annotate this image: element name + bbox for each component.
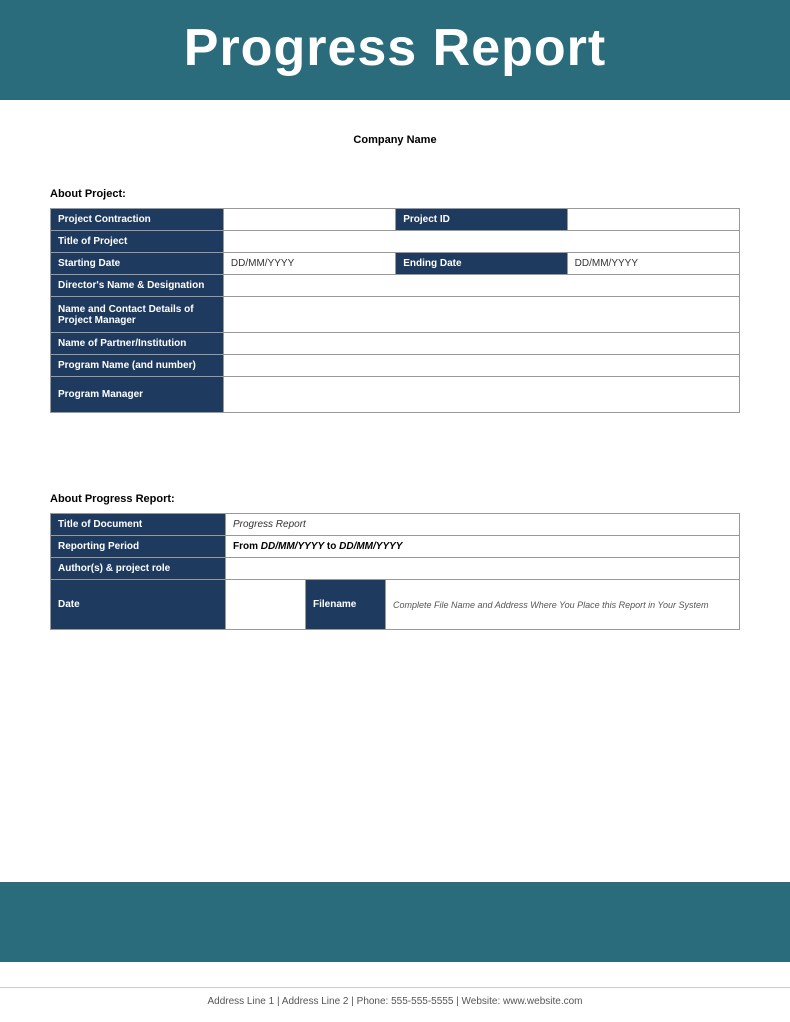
value-cell — [226, 558, 740, 580]
about-project-table: Project Contraction Project ID Title of … — [50, 208, 740, 413]
table-row: Project Contraction Project ID — [51, 209, 740, 231]
value-cell: DD/MM/YYYY — [223, 253, 395, 275]
table-row: Program Name (and number) — [51, 355, 740, 377]
table-row: Program Manager — [51, 377, 740, 413]
label-cell: Ending Date — [396, 253, 567, 275]
label-cell: Starting Date — [51, 253, 224, 275]
footer-bar — [0, 882, 790, 962]
table-row: Name and Contact Details of Project Mana… — [51, 297, 740, 333]
table-row: Author(s) & project role — [51, 558, 740, 580]
label-cell: Name and Contact Details of Project Mana… — [51, 297, 224, 333]
value-cell — [223, 333, 739, 355]
table-row: Title of Document Progress Report — [51, 514, 740, 536]
label-cell: Project Contraction — [51, 209, 224, 231]
label-cell: Project ID — [396, 209, 567, 231]
value-cell: From DD/MM/YYYY to DD/MM/YYYY — [226, 536, 740, 558]
label-cell: Date — [51, 580, 226, 630]
footer-address-text: Address Line 1 | Address Line 2 | Phone:… — [207, 996, 582, 1007]
footer-address: Address Line 1 | Address Line 2 | Phone:… — [0, 987, 790, 1007]
value-cell — [223, 209, 395, 231]
value-cell — [567, 209, 739, 231]
value-cell — [223, 297, 739, 333]
label-cell: Title of Project — [51, 231, 224, 253]
filename-value-cell: Complete File Name and Address Where You… — [386, 580, 740, 630]
label-cell: Program Manager — [51, 377, 224, 413]
value-cell — [223, 355, 739, 377]
label-cell: Program Name (and number) — [51, 355, 224, 377]
table-row: Reporting Period From DD/MM/YYYY to DD/M… — [51, 536, 740, 558]
date-value-cell — [226, 580, 306, 630]
label-cell: Name of Partner/Institution — [51, 333, 224, 355]
table-row: Starting Date DD/MM/YYYY Ending Date DD/… — [51, 253, 740, 275]
about-project-label: About Project: — [50, 188, 740, 200]
value-cell — [223, 275, 739, 297]
table-row: Director's Name & Designation — [51, 275, 740, 297]
filename-label-cell: Filename — [306, 580, 386, 630]
value-cell — [223, 231, 739, 253]
table-row: Title of Project — [51, 231, 740, 253]
label-cell: Author(s) & project role — [51, 558, 226, 580]
company-section: Company Name — [50, 100, 740, 148]
about-progress-report-label: About Progress Report: — [50, 493, 740, 505]
table-row: Name of Partner/Institution — [51, 333, 740, 355]
page-title: Progress Report — [20, 18, 770, 78]
about-progress-report-table: Title of Document Progress Report Report… — [50, 513, 740, 630]
company-name: Company Name — [353, 134, 436, 146]
value-cell: DD/MM/YYYY — [567, 253, 739, 275]
value-cell — [223, 377, 739, 413]
label-cell: Director's Name & Designation — [51, 275, 224, 297]
table-row: Date Filename Complete File Name and Add… — [51, 580, 740, 630]
header-bar: Progress Report — [0, 0, 790, 100]
label-cell: Reporting Period — [51, 536, 226, 558]
value-cell: Progress Report — [226, 514, 740, 536]
label-cell: Title of Document — [51, 514, 226, 536]
